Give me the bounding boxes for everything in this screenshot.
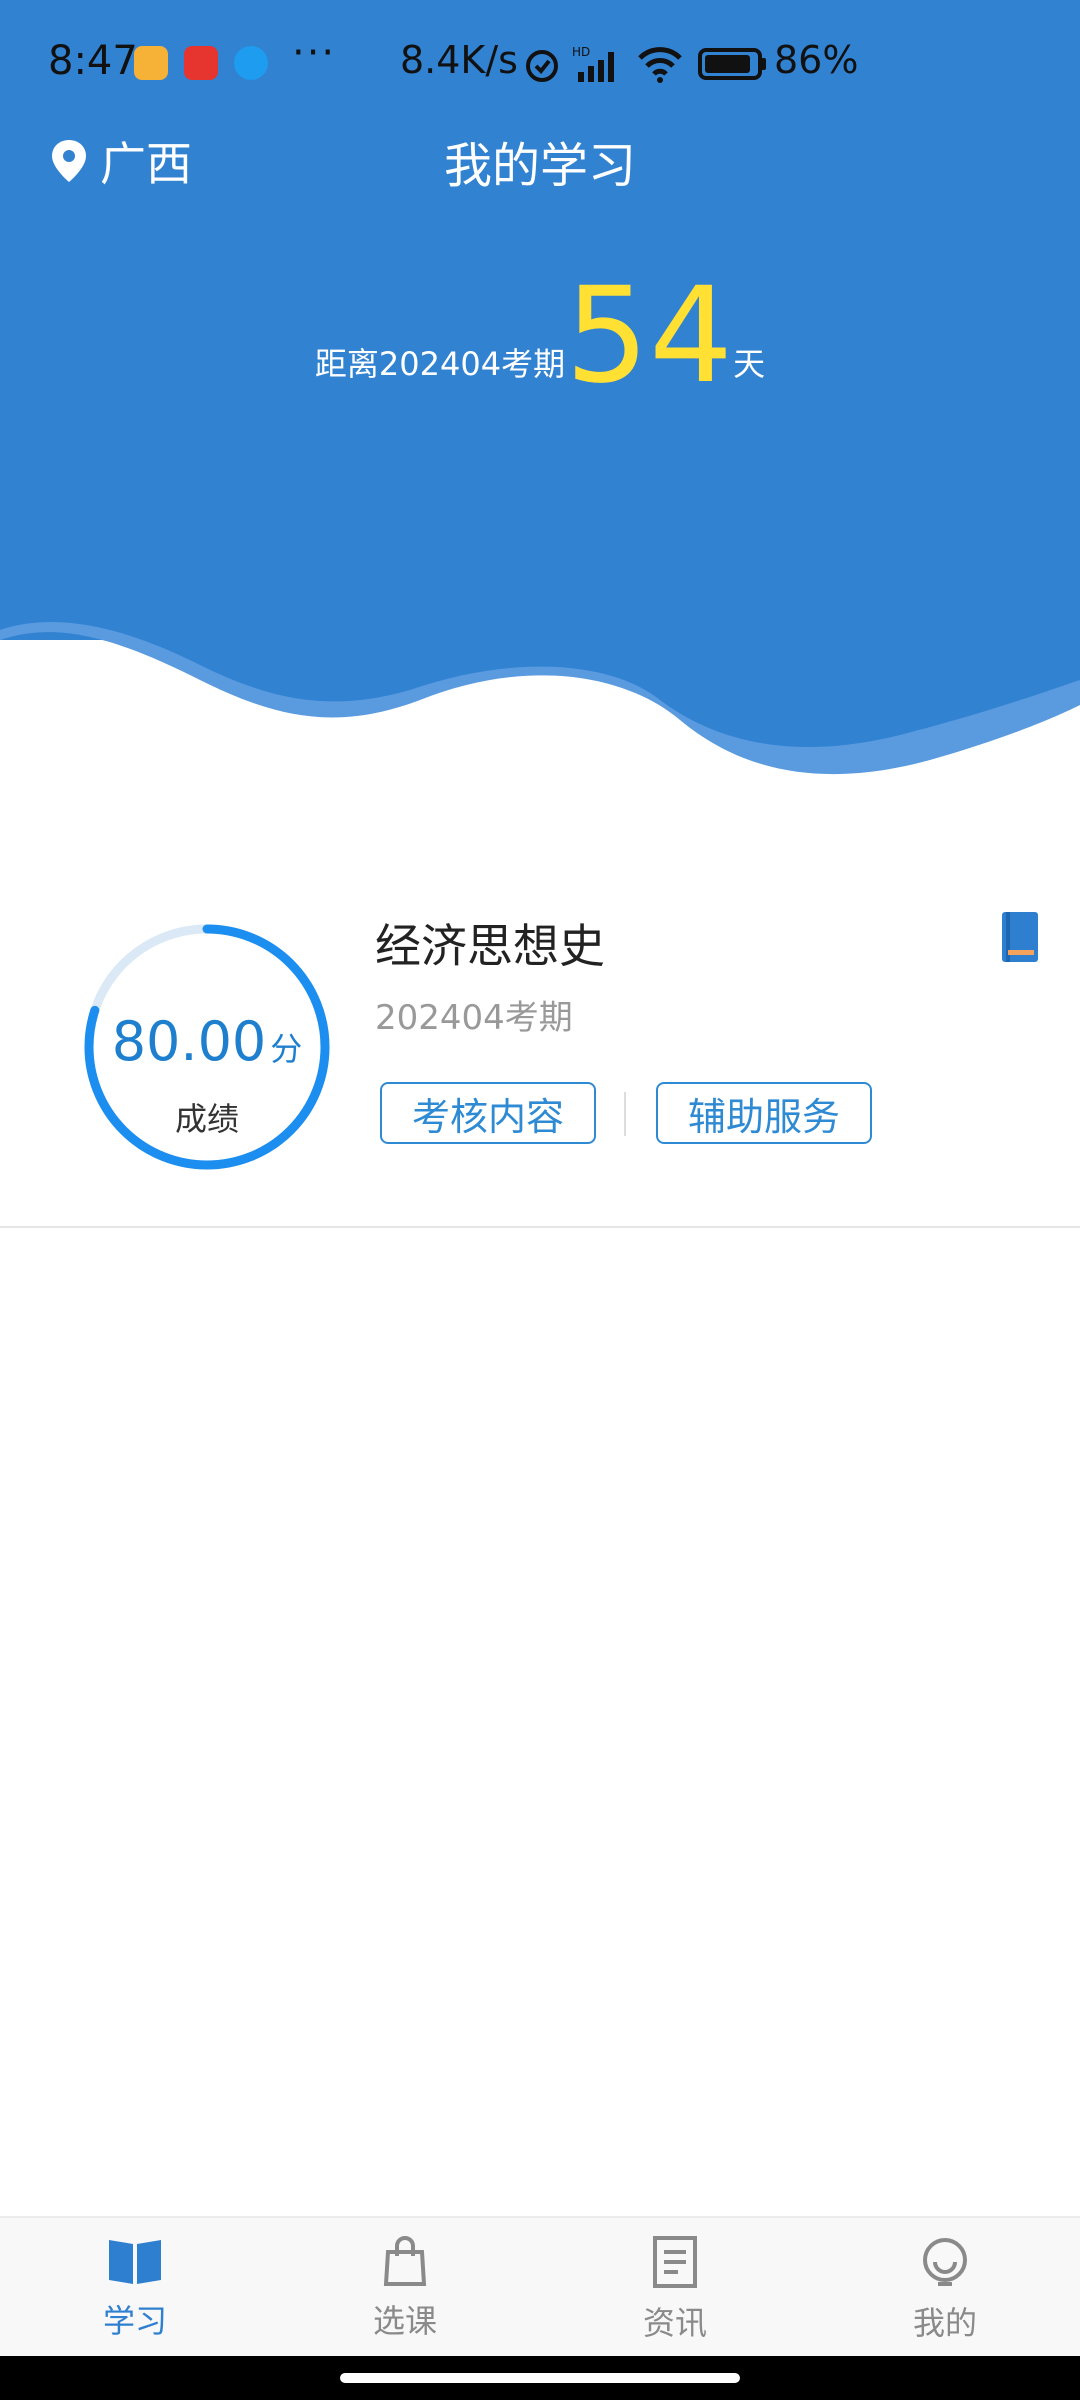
- smiley-icon: [923, 2238, 967, 2286]
- status-bar: 8:47 ··· 8.4K/s HD 86%: [0, 0, 1080, 120]
- browser-app-icon: [234, 46, 268, 80]
- score-display: 80.00 分: [80, 1010, 334, 1073]
- course-card[interactable]: 80.00 分 成绩 经济思想史 202404考期 考核内容 辅助服务: [0, 880, 1080, 1228]
- open-book-icon: [109, 2240, 161, 2284]
- svg-text:HD: HD: [572, 45, 590, 59]
- document-icon: [653, 2236, 697, 2288]
- exam-content-button[interactable]: 考核内容: [380, 1082, 596, 1144]
- countdown-unit: 天: [733, 345, 766, 383]
- score-value: 80.00: [111, 1010, 267, 1073]
- tab-study-label: 学习: [102, 2302, 167, 2340]
- bottom-tab-bar: 学习 选课 资讯 我的: [0, 2216, 1080, 2358]
- home-indicator[interactable]: [340, 2373, 740, 2383]
- textbook-icon[interactable]: [1000, 910, 1040, 964]
- countdown-days: 54: [565, 259, 734, 413]
- shopping-bag-icon: [383, 2236, 427, 2286]
- button-divider: [624, 1092, 626, 1136]
- tab-course-label: 选课: [372, 2302, 437, 2340]
- score-unit: 分: [270, 1030, 303, 1068]
- page-title: 我的学习: [443, 138, 636, 194]
- network-speed: 8.4K/s: [400, 38, 518, 82]
- wifi-icon: [638, 47, 682, 83]
- battery-percent: 86%: [774, 38, 859, 82]
- tab-study[interactable]: 学习: [35, 2236, 235, 2342]
- notes-app-icon: [134, 46, 168, 80]
- course-term: 202404考期: [375, 998, 573, 1038]
- tab-news-label: 资讯: [642, 2304, 707, 2342]
- tab-mine[interactable]: 我的: [845, 2236, 1045, 2344]
- tab-news[interactable]: 资讯: [575, 2236, 775, 2344]
- support-service-button[interactable]: 辅助服务: [656, 1082, 872, 1144]
- battery-icon: [698, 48, 766, 80]
- alarm-icon: [526, 50, 558, 82]
- tab-course-selection[interactable]: 选课: [305, 2236, 505, 2342]
- status-time: 8:47: [48, 38, 138, 84]
- more-notifications-icon: ···: [292, 30, 337, 76]
- kandian-app-icon: [184, 46, 218, 80]
- exam-countdown: 距离202404考期54天: [0, 270, 1080, 402]
- score-label: 成绩: [174, 1100, 239, 1138]
- countdown-prefix: 距离202404考期: [314, 345, 566, 383]
- hd-signal-icon: HD: [572, 45, 614, 82]
- course-name: 经济思想史: [375, 919, 605, 973]
- tab-mine-label: 我的: [912, 2304, 977, 2342]
